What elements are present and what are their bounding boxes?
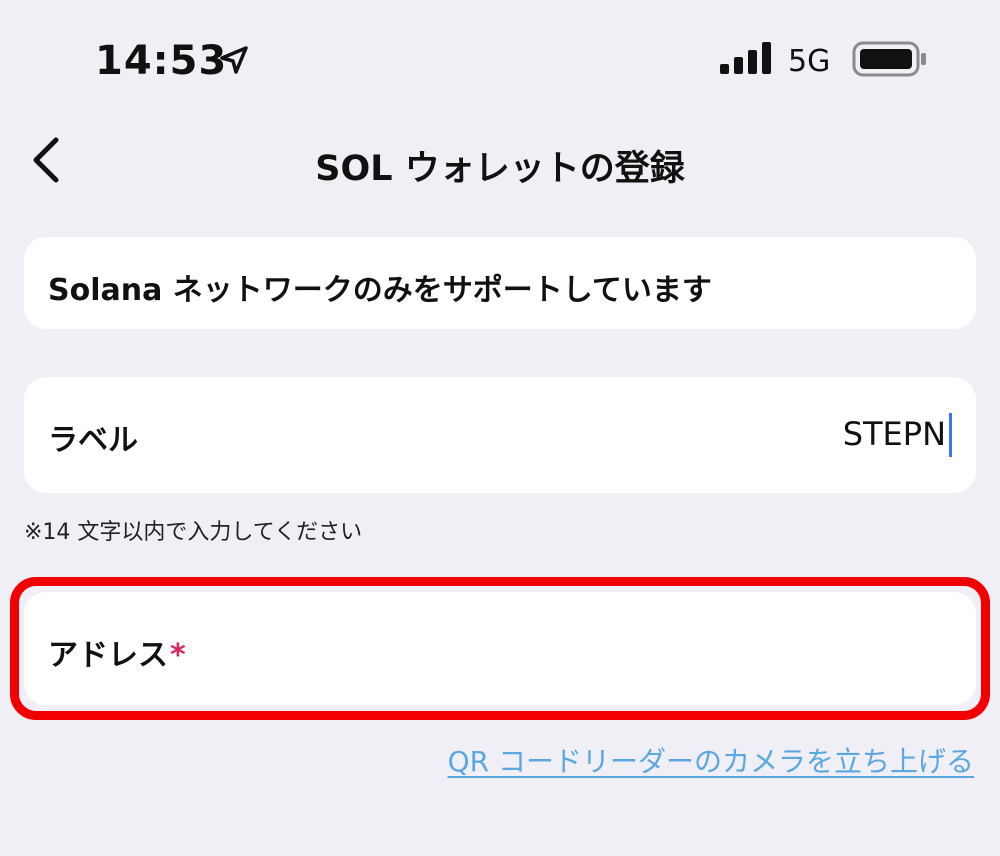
status-bar: 14:53 5G xyxy=(0,0,1000,110)
text-caret xyxy=(949,413,952,457)
navigation-bar: SOL ウォレットの登録 xyxy=(0,120,1000,200)
label-hint: ※14 文字以内で入力してください xyxy=(24,520,363,545)
signal-bars-icon xyxy=(720,42,771,74)
qr-reader-link[interactable]: QR コードリーダーのカメラを立ち上げる xyxy=(448,740,974,780)
address-field-title: アドレス* xyxy=(48,630,186,674)
network-info-card: Solana ネットワークのみをサポートしています xyxy=(24,237,976,329)
location-arrow-icon xyxy=(220,46,248,74)
battery-icon xyxy=(852,41,926,77)
address-field-label: アドレス xyxy=(48,638,168,673)
network-info-text: Solana ネットワークのみをサポートしています xyxy=(48,273,712,308)
required-mark: * xyxy=(170,638,186,673)
label-input-value: STEPN xyxy=(842,415,946,453)
page-title: SOL ウォレットの登録 xyxy=(315,149,685,189)
label-field-title: ラベル xyxy=(48,423,138,458)
address-field-card[interactable]: アドレス* xyxy=(24,592,976,705)
network-type: 5G xyxy=(788,44,831,79)
address-input[interactable] xyxy=(244,620,952,678)
label-input[interactable]: STEPN xyxy=(352,405,952,463)
label-field-card[interactable]: ラベル STEPN xyxy=(24,377,976,493)
status-time: 14:53 xyxy=(95,38,228,84)
